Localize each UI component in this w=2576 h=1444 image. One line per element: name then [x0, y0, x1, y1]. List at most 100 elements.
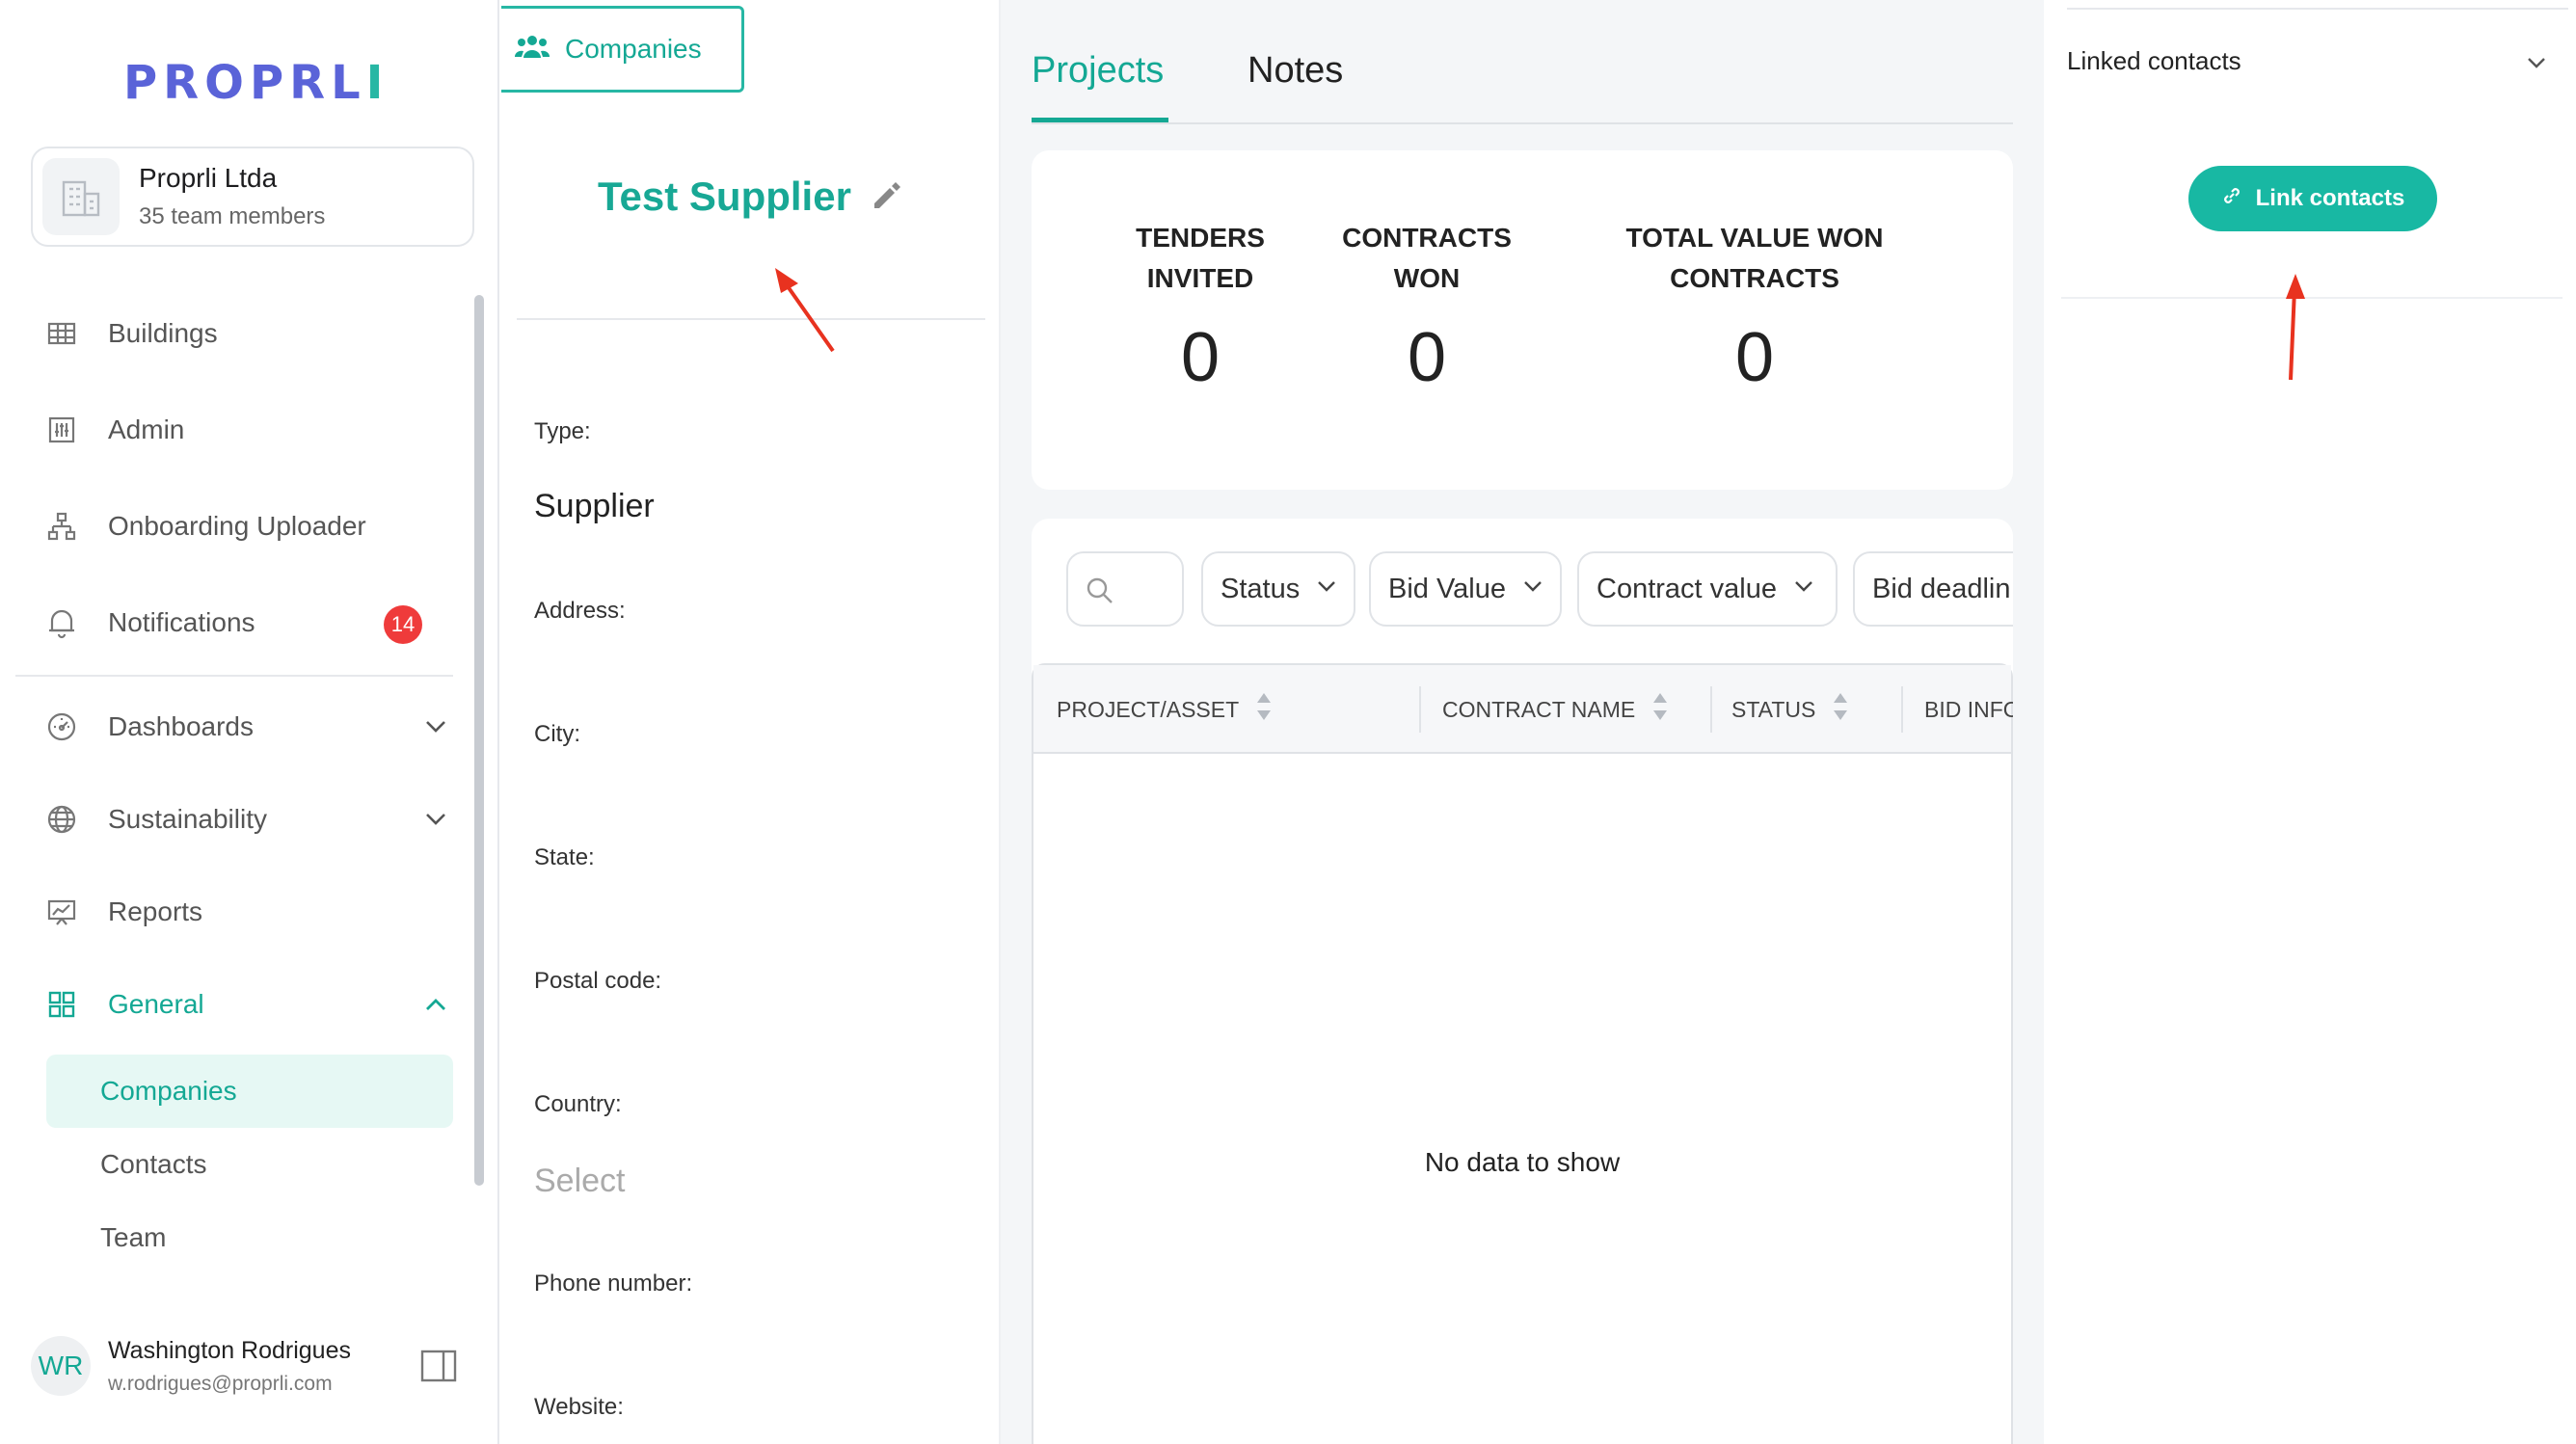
stat-heading-line: TOTAL VALUE WON	[1625, 223, 1884, 253]
chevron-down-icon[interactable]	[422, 713, 449, 745]
companies-back-tab[interactable]: Companies	[501, 6, 744, 93]
sidebar-item-label: Notifications	[108, 607, 255, 637]
company-title: Test Supplier	[598, 174, 903, 220]
avatar: WR	[31, 1336, 91, 1396]
bid-deadline-filter[interactable]: Bid deadlin	[1853, 551, 2013, 627]
linked-contacts-panel: Linked contacts Link contacts	[2044, 0, 2576, 1444]
projects-table-card: Status Bid Value Contract value Bid dead…	[1032, 519, 2013, 1444]
stat-heading-line: WON	[1393, 263, 1461, 293]
linked-contacts-title[interactable]: Linked contacts	[2067, 46, 2241, 76]
sidebar-subitem-contacts[interactable]: Contacts	[46, 1128, 453, 1201]
sidebar-subitem-companies[interactable]: Companies	[46, 1055, 453, 1128]
sidebar-scrollbar[interactable]	[474, 295, 484, 1186]
link-icon	[2221, 185, 2242, 213]
column-contract-name[interactable]: CONTRACT NAME	[1442, 665, 1668, 754]
chevron-down-icon[interactable]	[2524, 50, 2549, 80]
tab-projects[interactable]: Projects	[1032, 50, 1164, 92]
stat-heading-line: TENDERS	[1136, 223, 1265, 253]
chevron-up-icon[interactable]	[422, 991, 449, 1023]
buildings-icon	[44, 316, 79, 351]
stat-tenders-invited: TENDERS INVITED 0	[1109, 218, 1292, 397]
contract-value-filter[interactable]: Contract value	[1577, 551, 1838, 627]
column-label: PROJECT/ASSET	[1057, 696, 1240, 722]
stat-heading: TENDERS INVITED	[1109, 218, 1292, 299]
sidebar-item-notifications[interactable]: Notifications 14	[44, 594, 449, 652]
table-header: PROJECT/ASSET CONTRACT NAME STATUS BID I…	[1033, 665, 2013, 754]
sidebar-item-sustainability[interactable]: Sustainability	[44, 790, 449, 848]
chevron-down-icon	[1315, 574, 1338, 605]
column-separator	[1901, 686, 1903, 733]
sidebar-item-general[interactable]: General	[44, 976, 449, 1033]
sidebar-divider	[15, 675, 453, 677]
link-contacts-button[interactable]: Link contacts	[2188, 166, 2437, 231]
sidebar-collapse-icon[interactable]	[420, 1350, 457, 1387]
state-label: State:	[534, 844, 595, 870]
sidebar-item-label: Dashboards	[108, 711, 254, 741]
column-bid-info[interactable]: BID INFO	[1924, 665, 2013, 754]
building-icon	[42, 158, 120, 235]
sidebar-item-onboarding-uploader[interactable]: Onboarding Uploader	[44, 497, 449, 555]
search-icon	[1086, 576, 1114, 610]
user-email: w.rodrigues@proprli.com	[108, 1372, 333, 1395]
status-filter[interactable]: Status	[1201, 551, 1355, 627]
user-name: Washington Rodrigues	[108, 1336, 351, 1364]
company-name: Test Supplier	[598, 174, 851, 219]
stat-contracts-won: CONTRACTS WON 0	[1330, 218, 1523, 397]
globe-icon	[44, 802, 79, 837]
type-label: Type:	[534, 418, 591, 444]
organization-switcher[interactable]: Proprli Ltda 35 team members	[31, 147, 474, 247]
user-profile[interactable]: WR Washington Rodrigues w.rodrigues@prop…	[31, 1336, 351, 1396]
stat-value: 0	[1407, 319, 1447, 396]
tabs-divider	[1032, 122, 2013, 124]
pencil-icon[interactable]	[871, 178, 903, 216]
website-label: Website:	[534, 1394, 624, 1420]
stat-heading-line: CONTRACTS	[1342, 223, 1512, 253]
sidebar-subitem-team[interactable]: Team	[46, 1201, 453, 1274]
presentation-chart-icon	[44, 895, 79, 929]
org-chart-icon	[44, 509, 79, 544]
sidebar-item-label: Buildings	[108, 318, 218, 348]
proprli-logo[interactable]: PROPRLI	[123, 56, 389, 110]
filter-label: Bid deadlin	[1872, 573, 2011, 604]
city-label: City:	[534, 721, 580, 747]
notification-count-badge: 14	[384, 605, 422, 644]
column-project-asset[interactable]: PROJECT/ASSET	[1057, 665, 1272, 754]
column-status[interactable]: STATUS	[1731, 665, 1848, 754]
stat-value: 0	[1180, 319, 1221, 396]
sidebar-item-buildings[interactable]: Buildings	[44, 305, 449, 362]
search-input[interactable]	[1066, 551, 1184, 627]
sort-icon	[1833, 691, 1848, 728]
organization-name: Proprli Ltda	[139, 163, 278, 193]
stat-value: 0	[1734, 319, 1775, 396]
empty-state-message: No data to show	[1424, 1147, 1621, 1177]
filter-label: Bid Value	[1388, 573, 1506, 604]
stat-heading-line: INVITED	[1146, 263, 1254, 293]
grid-icon	[44, 987, 79, 1022]
sort-icon	[1256, 691, 1272, 728]
column-label: STATUS	[1731, 696, 1816, 722]
type-value: Supplier	[534, 488, 655, 524]
logo-text-tail: I	[365, 56, 389, 110]
companies-tab-label: Companies	[565, 34, 702, 64]
sidebar-item-admin[interactable]: Admin	[44, 401, 449, 459]
stats-card: TENDERS INVITED 0 CONTRACTS WON 0 TOTAL VA…	[1032, 150, 2013, 490]
sidebar-item-label: Onboarding Uploader	[108, 511, 366, 541]
chevron-down-icon[interactable]	[422, 806, 449, 838]
sidebar-item-label: Reports	[108, 896, 203, 926]
sidebar-item-label: Admin	[108, 414, 185, 444]
column-separator	[1710, 686, 1712, 733]
stat-heading: CONTRACTS WON	[1330, 218, 1523, 299]
column-separator	[1419, 686, 1421, 733]
projects-table: PROJECT/ASSET CONTRACT NAME STATUS BID I…	[1032, 663, 2013, 1444]
details-divider	[517, 318, 985, 320]
projects-area: Projects Notes TENDERS INVITED 0 CONTRACT…	[1001, 0, 2044, 1444]
chevron-down-icon	[1521, 574, 1544, 605]
stat-heading-line: CONTRACTS	[1670, 263, 1839, 293]
bid-value-filter[interactable]: Bid Value	[1369, 551, 1562, 627]
sidebar-item-dashboards[interactable]: Dashboards	[44, 698, 449, 756]
company-details-panel: Companies Test Supplier Type: Supplier A…	[501, 0, 1001, 1444]
sidebar-item-reports[interactable]: Reports	[44, 883, 449, 941]
tab-notes[interactable]: Notes	[1248, 50, 1343, 92]
admin-icon	[44, 413, 79, 447]
country-select[interactable]: Select	[534, 1163, 626, 1200]
